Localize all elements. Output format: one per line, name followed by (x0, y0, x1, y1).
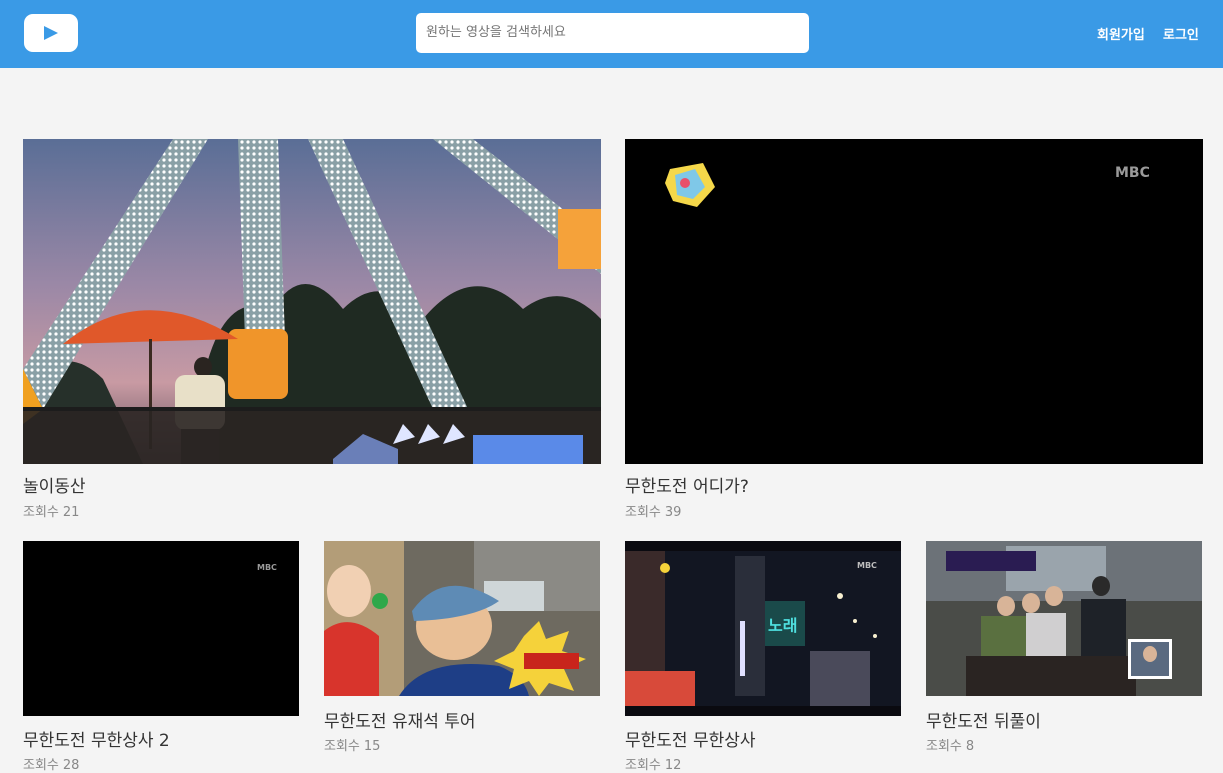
view-count: 조회수 12 (625, 754, 681, 773)
video-card[interactable]: 놀이동산 조회수 21 (23, 139, 601, 524)
video-title[interactable]: 무한도전 뒤풀이 (926, 707, 1041, 732)
logo-button[interactable] (24, 14, 78, 52)
video-thumbnail[interactable]: MBC (625, 139, 1203, 464)
video-card[interactable]: 노래 MBC 무한도전 무한상사 조회수 12 (625, 541, 901, 773)
video-thumbnail[interactable]: 노래 MBC (625, 541, 901, 716)
video-title[interactable]: 무한도전 어디가? (625, 472, 749, 497)
view-count: 조회수 8 (926, 735, 974, 754)
svg-text:MBC: MBC (857, 561, 877, 570)
video-thumbnail[interactable] (926, 541, 1202, 696)
view-count: 조회수 28 (23, 754, 79, 773)
video-title[interactable]: 무한도전 무한상사 2 (23, 726, 170, 751)
video-thumbnail[interactable] (23, 139, 601, 464)
view-count-value: 12 (664, 758, 682, 773)
video-title[interactable]: 놀이동산 (23, 472, 86, 497)
view-count-value: 15 (363, 739, 381, 754)
view-count-value: 28 (62, 758, 80, 773)
video-card[interactable]: MBC 무한도전 무한상사 2 조회수 28 (23, 541, 299, 773)
view-count-label: 조회수 (23, 505, 59, 520)
signup-link[interactable]: 회원가입 (1097, 24, 1145, 43)
view-count: 조회수 21 (23, 501, 79, 520)
search-input[interactable] (416, 13, 809, 53)
view-count: 조회수 39 (625, 501, 681, 520)
view-count-value: 8 (965, 739, 975, 754)
view-count-label: 조회수 (324, 739, 360, 754)
video-card[interactable]: 무한도전 뒤풀이 조회수 8 (926, 541, 1202, 773)
view-count: 조회수 15 (324, 735, 380, 754)
play-icon (44, 26, 58, 40)
view-count-label: 조회수 (926, 739, 962, 754)
svg-text:MBC: MBC (1115, 165, 1150, 181)
video-card[interactable]: MBC 무한도전 어디가? 조회수 39 (625, 139, 1203, 524)
svg-text:MBC: MBC (257, 563, 277, 572)
video-title[interactable]: 무한도전 유재석 투어 (324, 707, 476, 732)
video-title[interactable]: 무한도전 무한상사 (625, 726, 756, 751)
view-count-label: 조회수 (23, 758, 59, 773)
video-thumbnail[interactable] (324, 541, 600, 696)
svg-text:노래: 노래 (768, 616, 797, 635)
video-thumbnail[interactable]: MBC (23, 541, 299, 716)
view-count-label: 조회수 (625, 505, 661, 520)
video-card[interactable]: 무한도전 유재석 투어 조회수 15 (324, 541, 600, 773)
top-header: 회원가입 로그인 (0, 0, 1223, 68)
view-count-label: 조회수 (625, 758, 661, 773)
view-count-value: 39 (664, 505, 682, 520)
login-link[interactable]: 로그인 (1163, 24, 1199, 43)
view-count-value: 21 (62, 505, 80, 520)
